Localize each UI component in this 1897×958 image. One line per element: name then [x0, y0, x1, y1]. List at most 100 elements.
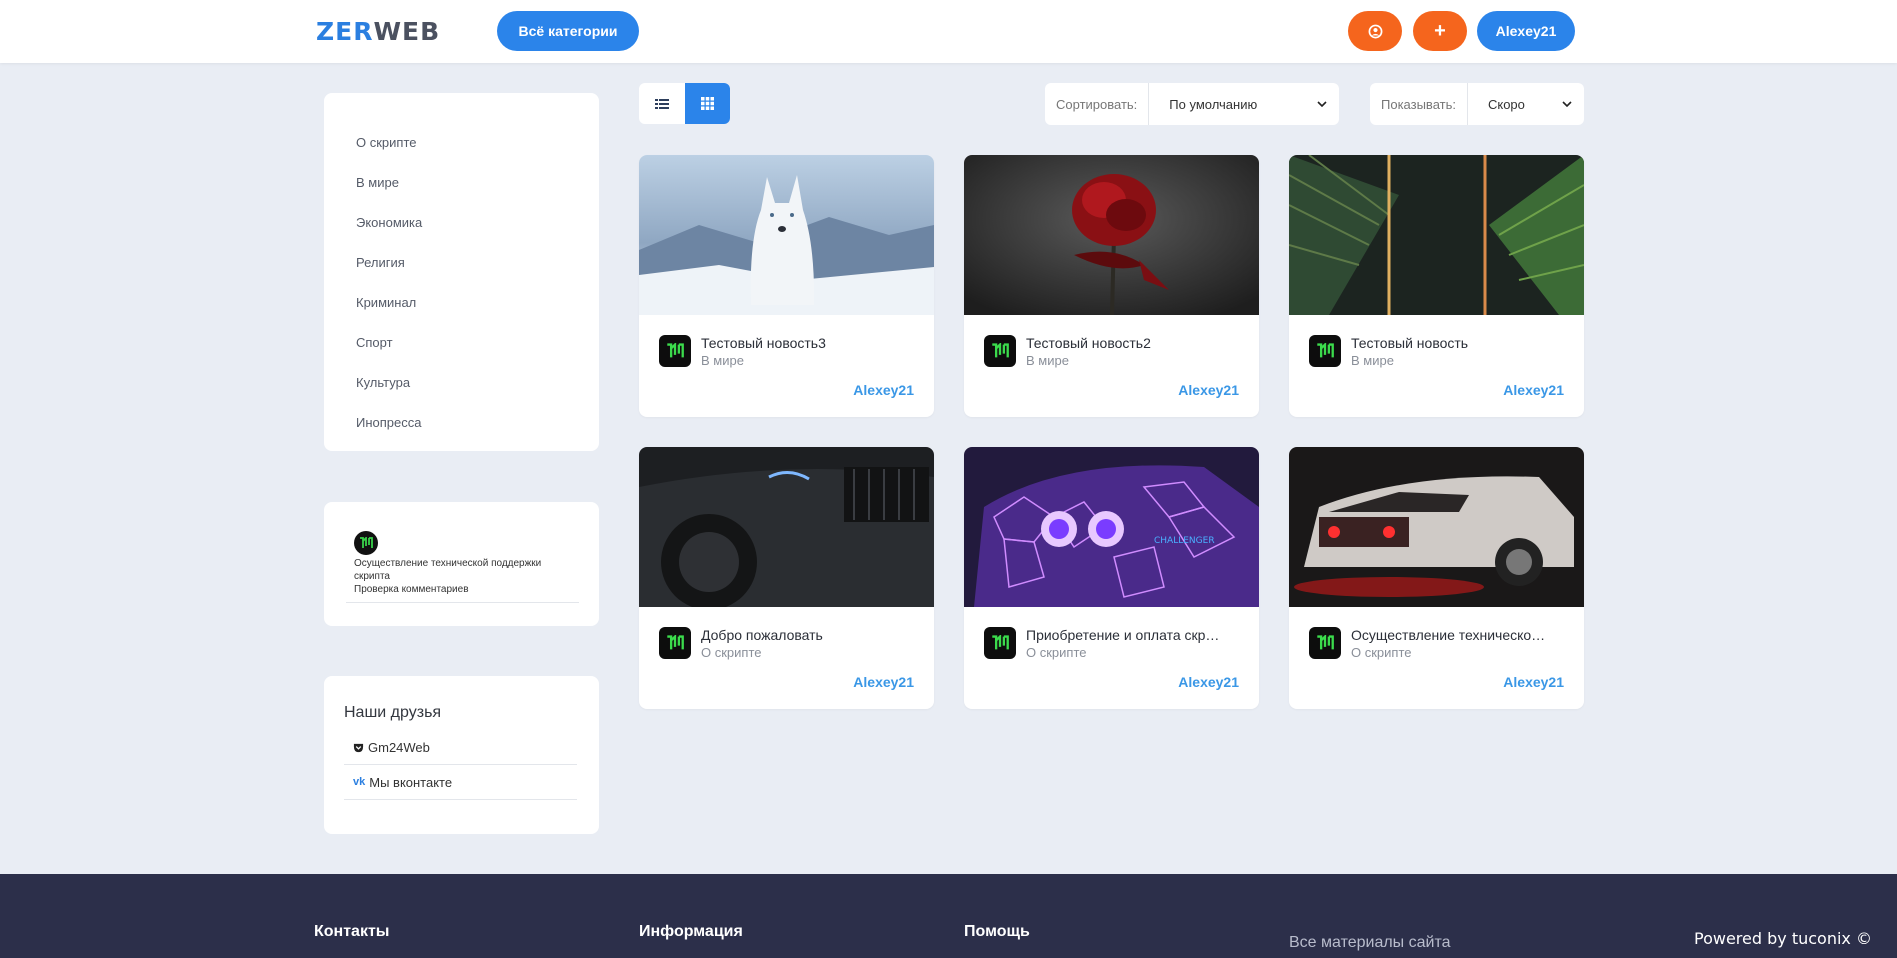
logo-icon — [1317, 635, 1334, 650]
sort-selected-option: По умолчанию — [1169, 96, 1258, 112]
post-title[interactable]: Осуществление техническо… — [1351, 627, 1567, 643]
post-title[interactable]: Тестовый новость3 — [701, 335, 917, 351]
friends-title: Наши друзья — [344, 704, 442, 721]
post-category[interactable]: В мире — [1351, 353, 1394, 368]
palm-leaves-image — [1289, 155, 1584, 315]
author-avatar[interactable] — [1309, 335, 1341, 367]
top-header: ZERWEB Всё категории + Alexey21 — [0, 0, 1897, 63]
post-category[interactable]: В мире — [1026, 353, 1069, 368]
friend-label: Gm24Web — [368, 739, 430, 755]
author-avatar[interactable] — [1309, 627, 1341, 659]
latest-comments-widget: Осуществление технической поддержки скри… — [324, 502, 599, 626]
post-image[interactable] — [1289, 155, 1584, 315]
post-card[interactable]: CHALLENGER Приобретение и оплата скр… О … — [964, 447, 1259, 709]
powered-by[interactable]: Powered by tuconix © — [1694, 929, 1872, 948]
post-category[interactable]: О скрипте — [1026, 645, 1086, 660]
post-author[interactable]: Alexey21 — [1178, 382, 1239, 398]
author-avatar[interactable] — [984, 335, 1016, 367]
footer-help-heading: Помощь — [964, 923, 1030, 940]
all-categories-button[interactable]: Всё категории — [497, 11, 639, 51]
post-category[interactable]: О скрипте — [1351, 645, 1411, 660]
post-card[interactable]: Осуществление техническо… О скрипте Alex… — [1289, 447, 1584, 709]
post-title[interactable]: Приобретение и оплата скр… — [1026, 627, 1242, 643]
chevron-down-icon — [1562, 101, 1572, 107]
show-value[interactable]: Скоро — [1468, 97, 1584, 112]
logo-part-web: WEB — [373, 17, 441, 46]
footer-info-heading: Информация — [639, 923, 743, 940]
list-view-button[interactable] — [639, 83, 685, 124]
author-avatar[interactable] — [659, 335, 691, 367]
category-item[interactable]: В мире — [356, 162, 567, 202]
post-category[interactable]: В мире — [701, 353, 744, 368]
neon-car-image: CHALLENGER — [964, 447, 1259, 607]
post-image[interactable] — [639, 155, 934, 315]
show-label: Показывать: — [1370, 83, 1468, 125]
plus-icon: + — [1434, 19, 1446, 42]
view-toggle — [639, 83, 730, 124]
friend-label: Мы вконтакте — [369, 774, 453, 790]
post-title[interactable]: Тестовый новость2 — [1026, 335, 1242, 351]
user-circle-icon — [1368, 24, 1382, 38]
show-select[interactable]: Показывать: Скоро — [1370, 83, 1584, 125]
logo-icon — [992, 343, 1009, 358]
list-icon — [654, 98, 669, 109]
post-title[interactable]: Тестовый новость — [1351, 335, 1567, 351]
post-card[interactable]: Добро пожаловать О скрипте Alexey21 — [639, 447, 934, 709]
category-item[interactable]: Инопресса — [356, 402, 567, 442]
author-avatar[interactable] — [984, 627, 1016, 659]
post-image[interactable] — [964, 155, 1259, 315]
post-card[interactable]: Тестовый новость2 В мире Alexey21 — [964, 155, 1259, 417]
white-car-image — [1289, 447, 1584, 607]
svg-text:CHALLENGER: CHALLENGER — [1154, 536, 1215, 546]
author-avatar[interactable] — [659, 627, 691, 659]
show-selected-option: Скоро — [1487, 96, 1525, 112]
category-item[interactable]: Культура — [356, 362, 567, 402]
category-item[interactable]: Религия — [356, 242, 567, 282]
category-item[interactable]: Экономика — [356, 202, 567, 242]
post-author[interactable]: Alexey21 — [1178, 674, 1239, 690]
commenter-avatar[interactable] — [354, 531, 378, 555]
post-card[interactable]: Тестовый новость3 В мире Alexey21 — [639, 155, 934, 417]
post-author[interactable]: Alexey21 — [853, 382, 914, 398]
comment-post-link[interactable]: Осуществление технической поддержки скри… — [354, 557, 579, 583]
add-post-button[interactable]: + — [1413, 11, 1467, 51]
profile-button[interactable] — [1348, 11, 1402, 51]
category-item[interactable]: Спорт — [356, 322, 567, 362]
post-author[interactable]: Alexey21 — [1503, 674, 1564, 690]
post-image[interactable] — [639, 447, 934, 607]
category-item[interactable]: Криминал — [356, 282, 567, 322]
rose-image — [964, 155, 1259, 315]
chevron-down-icon — [1317, 101, 1327, 107]
post-author[interactable]: Alexey21 — [853, 674, 914, 690]
user-menu-button[interactable]: Alexey21 — [1477, 11, 1575, 51]
logo-icon — [360, 537, 373, 548]
site-footer — [0, 874, 1897, 958]
category-item[interactable]: О скрипте — [356, 122, 567, 162]
vk-icon: vk — [353, 776, 366, 788]
logo-icon — [667, 343, 684, 358]
logo-icon — [992, 635, 1009, 650]
dark-car-image — [639, 447, 934, 607]
logo-icon — [667, 635, 684, 650]
post-category[interactable]: О скрипте — [701, 645, 761, 660]
friend-link-vk[interactable]: vk Мы вконтакте — [344, 765, 577, 800]
site-logo[interactable]: ZERWEB — [316, 17, 440, 46]
sort-label: Сортировать: — [1045, 83, 1150, 125]
friend-link-gm24web[interactable]: Gm24Web — [344, 730, 577, 765]
post-image[interactable]: CHALLENGER — [964, 447, 1259, 607]
footer-contacts-heading: Контакты — [314, 923, 390, 940]
post-card[interactable]: Тестовый новость В мире Alexey21 — [1289, 155, 1584, 417]
footer-copyright-note: Все материалы сайта — [1289, 934, 1451, 951]
friends-widget: Наши друзья Gm24Web vk Мы вконтакте — [324, 676, 599, 834]
logo-part-zer: ZER — [316, 17, 374, 46]
sort-value[interactable]: По умолчанию — [1149, 97, 1339, 112]
sort-select[interactable]: Сортировать: По умолчанию — [1045, 83, 1339, 125]
post-title[interactable]: Добро пожаловать — [701, 627, 917, 643]
divider — [346, 602, 579, 603]
post-author[interactable]: Alexey21 — [1503, 382, 1564, 398]
category-list: О скрипте В мире Экономика Религия Крими… — [324, 93, 599, 451]
husky-image — [639, 155, 934, 315]
grid-icon — [700, 97, 714, 110]
grid-view-button[interactable] — [684, 83, 730, 124]
post-image[interactable] — [1289, 447, 1584, 607]
